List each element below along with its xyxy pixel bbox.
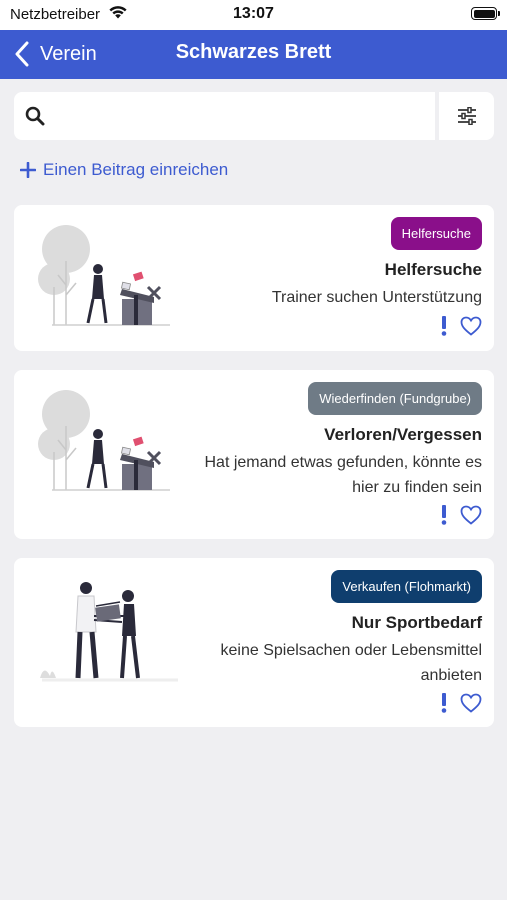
add-post-button[interactable]: Einen Beitrag einreichen <box>20 160 228 180</box>
exclamation-icon[interactable] <box>440 316 448 336</box>
exclamation-icon[interactable] <box>440 693 448 713</box>
search-icon <box>25 106 45 126</box>
heart-icon[interactable] <box>460 693 482 713</box>
post-actions <box>440 693 482 713</box>
search-box[interactable] <box>14 92 435 140</box>
category-badge: Wiederfinden (Fundgrube) <box>308 382 482 415</box>
search-input[interactable] <box>58 100 428 132</box>
handover-illustration <box>40 582 178 682</box>
clock: 13:07 <box>233 5 274 22</box>
sliders-icon <box>458 107 476 125</box>
page-title: Schwarzes Brett <box>175 41 332 63</box>
gift-box-illustration <box>38 390 170 491</box>
status-bar: Netzbetreiber 13:07 <box>0 0 507 30</box>
post-card[interactable]: Verkaufen (Flohmarkt) Nur Sportbedarf ke… <box>14 558 494 727</box>
post-description: keine Spielsachen oder Lebensmittel anbi… <box>220 642 483 684</box>
heart-icon[interactable] <box>460 505 482 525</box>
post-actions <box>440 505 482 525</box>
post-description: Hat jemand etwas gefunden, könnte es hie… <box>204 454 482 496</box>
exclamation-icon[interactable] <box>440 505 448 525</box>
post-title: Verloren/Vergessen <box>324 425 482 444</box>
add-post-label: Einen Beitrag einreichen <box>43 160 229 179</box>
plus-icon <box>20 162 36 178</box>
battery-icon <box>471 7 500 20</box>
nav-bar: Verein Schwarzes Brett <box>0 30 507 79</box>
post-description: Trainer suchen Unterstützung <box>271 289 482 306</box>
post-title: Helfersuche <box>384 260 482 279</box>
filter-button[interactable] <box>439 92 494 140</box>
category-badge: Helfersuche <box>390 217 482 250</box>
post-actions <box>440 316 482 336</box>
post-card[interactable]: Helfersuche Helfersuche Trainer suchen U… <box>14 205 494 351</box>
post-title: Nur Sportbedarf <box>351 613 482 632</box>
gift-box-illustration <box>38 225 170 326</box>
category-badge: Verkaufen (Flohmarkt) <box>331 570 482 603</box>
post-card[interactable]: Wiederfinden (Fundgrube) Verloren/Verges… <box>14 370 494 539</box>
heart-icon[interactable] <box>460 316 482 336</box>
